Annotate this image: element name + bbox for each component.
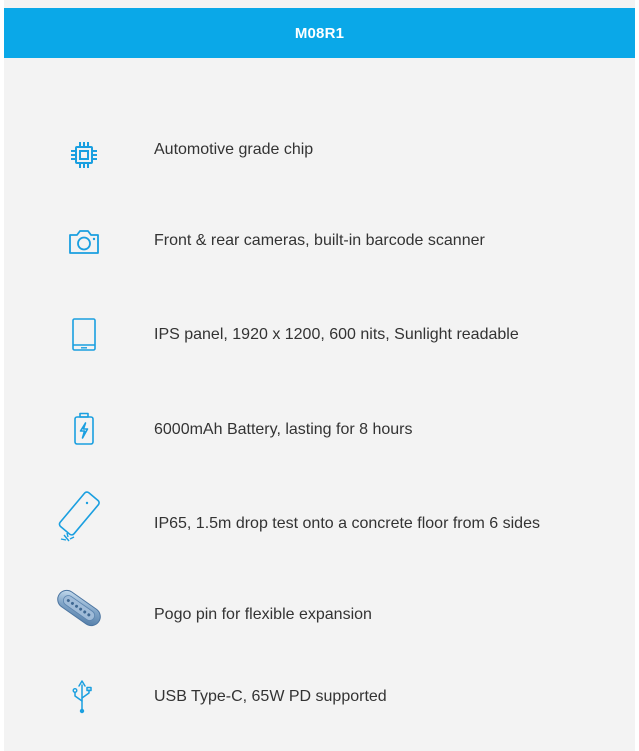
- pogo-pin-icon: [54, 583, 104, 633]
- feature-text: USB Type-C, 65W PD supported: [154, 688, 387, 705]
- camera-icon: [59, 217, 109, 267]
- feature-row-chip: Automotive grade chip: [4, 125, 635, 185]
- model-title: M08R1: [294, 24, 345, 42]
- feature-row-camera: Front & rear cameras, built-in barcode s…: [4, 212, 635, 272]
- feature-row-rugged: IP65, 1.5m drop test onto a concrete flo…: [4, 490, 635, 550]
- feature-row-pogo: Pogo pin for flexible expansion: [4, 583, 635, 643]
- usb-icon: [57, 672, 107, 722]
- header-bar: M08R1: [4, 8, 635, 58]
- spec-card: M08R1 Automotive grade chip Front & rear…: [4, 0, 635, 751]
- feature-text: IP65, 1.5m drop test onto a concrete flo…: [154, 515, 540, 532]
- feature-text: Front & rear cameras, built-in barcode s…: [154, 232, 485, 249]
- feature-text: IPS panel, 1920 x 1200, 600 nits, Sunlig…: [154, 326, 519, 343]
- feature-text: 6000mAh Battery, lasting for 8 hours: [154, 421, 413, 438]
- drop-test-icon: [54, 491, 104, 542]
- feature-row-battery: 6000mAh Battery, lasting for 8 hours: [4, 400, 635, 460]
- feature-row-display: IPS panel, 1920 x 1200, 600 nits, Sunlig…: [4, 307, 635, 367]
- tablet-icon: [59, 310, 109, 360]
- chip-icon: [59, 130, 109, 180]
- feature-text: Pogo pin for flexible expansion: [154, 606, 372, 623]
- feature-row-usb: USB Type-C, 65W PD supported: [4, 670, 635, 730]
- battery-icon: [59, 404, 109, 454]
- feature-text: Automotive grade chip: [154, 141, 314, 158]
